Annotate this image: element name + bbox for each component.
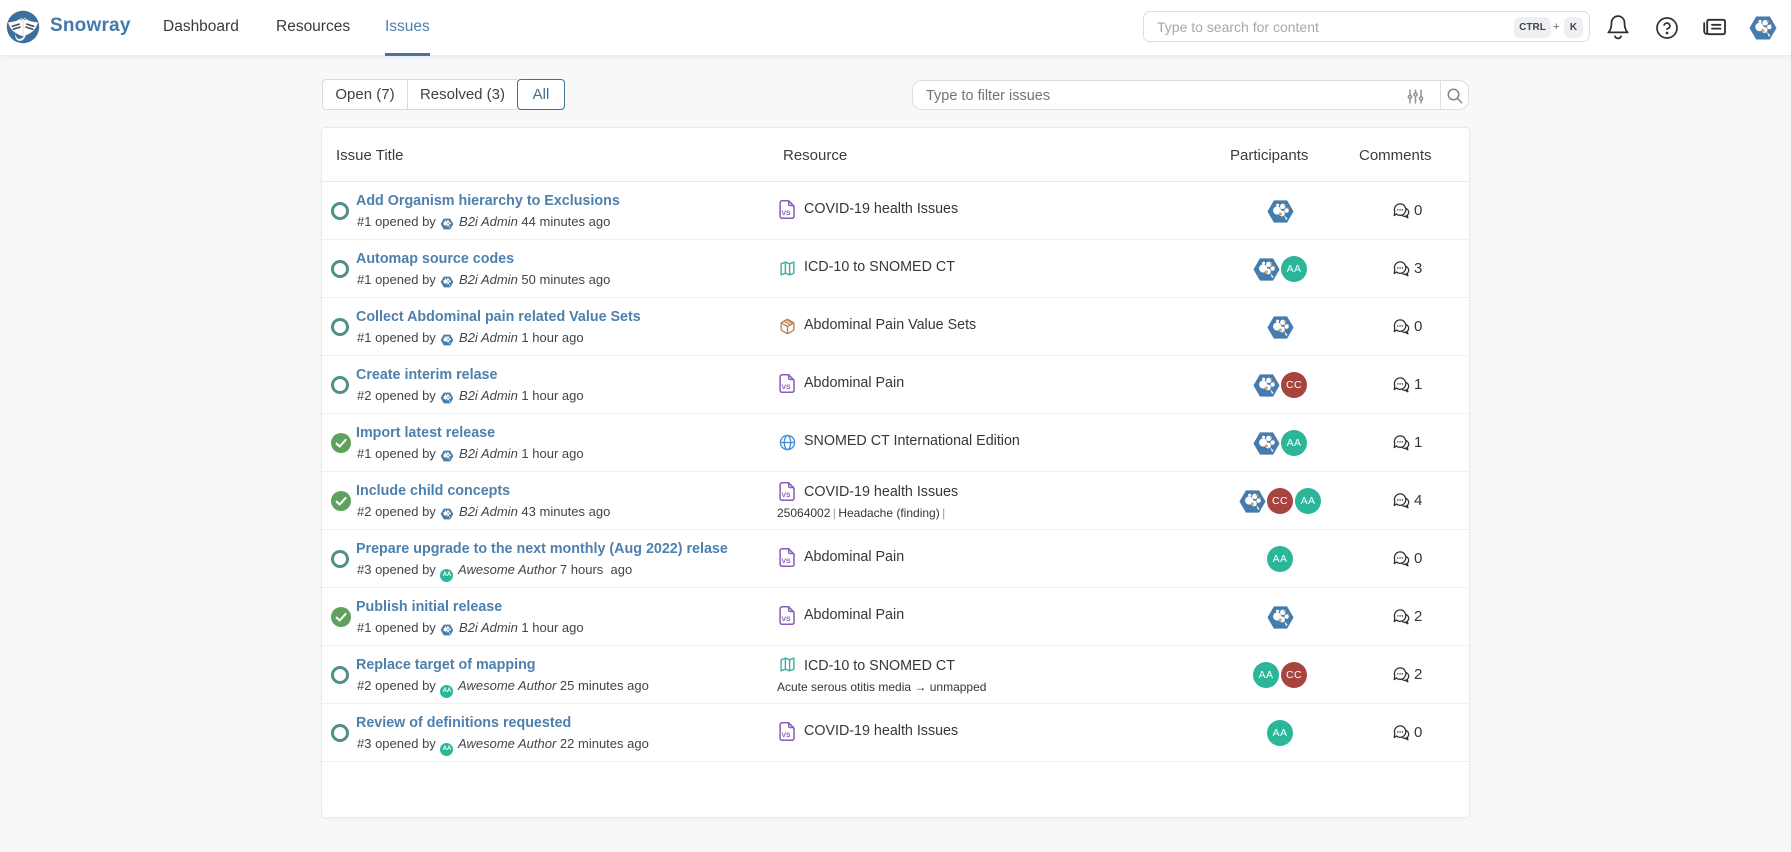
svg-text:VS: VS xyxy=(781,732,791,739)
svg-text:VS: VS xyxy=(781,384,791,391)
svg-text:VS: VS xyxy=(781,616,791,623)
svg-text:VS: VS xyxy=(781,558,791,565)
svg-text:VS: VS xyxy=(781,210,791,217)
svg-text:VS: VS xyxy=(781,492,791,499)
